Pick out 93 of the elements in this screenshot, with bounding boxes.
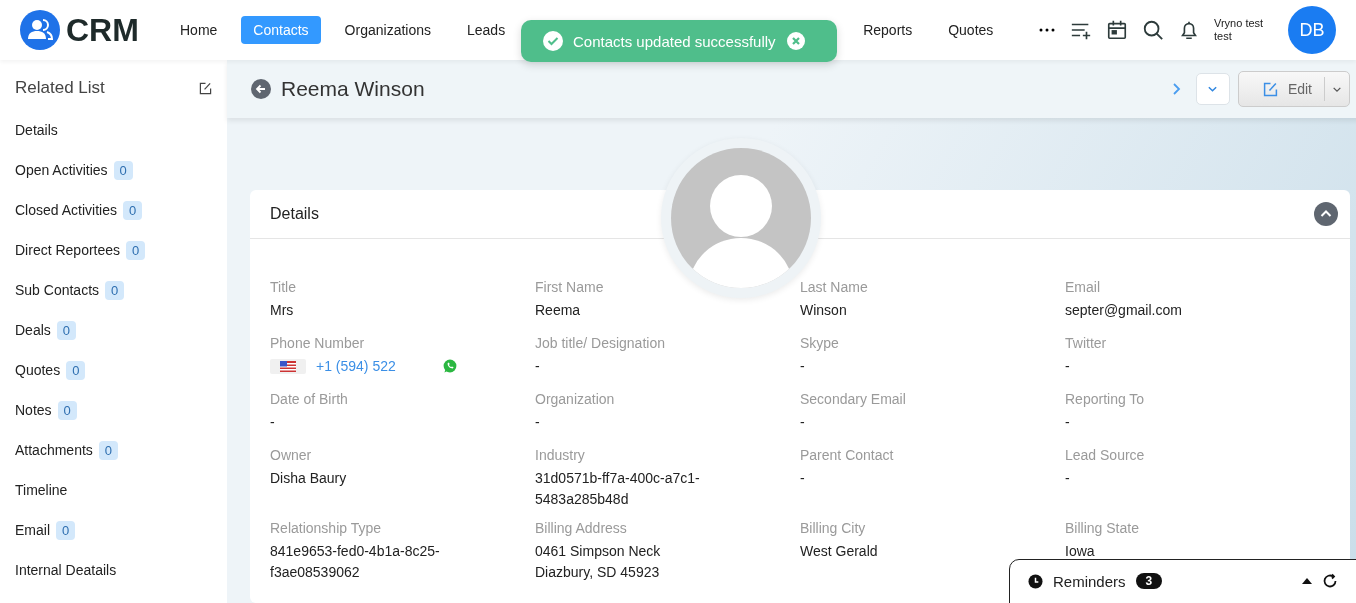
field-label: Twitter — [1065, 335, 1108, 351]
count-badge: 0 — [126, 240, 146, 260]
field-value: Iowa — [1065, 542, 1096, 561]
chevron-down-icon[interactable] — [1332, 85, 1342, 93]
field-value: 841e9653-fed0-4b1a-8c25-f3ae08539062 — [270, 542, 441, 582]
record-name: Reema Winson — [281, 77, 425, 101]
sidebar-item[interactable]: Notes — [15, 402, 52, 418]
user-name: Vryno test test — [1214, 17, 1265, 43]
calendar-icon[interactable] — [1106, 19, 1128, 41]
field-value: 31d0571b-ff7a-400c-a7c1-5483a285b48d — [535, 469, 701, 509]
field-label: Billing State — [1065, 520, 1140, 536]
field-label: Industry — [535, 447, 586, 463]
field-label: Email — [1065, 279, 1101, 295]
edit-icon[interactable] — [199, 81, 212, 95]
field-value: - — [800, 469, 806, 488]
sidebar-title: Related List — [15, 78, 105, 98]
edit-split-button[interactable]: Edit — [1237, 71, 1350, 107]
field-label: Relationship Type — [270, 520, 383, 536]
field-value: - — [1065, 469, 1071, 488]
nav-tab[interactable]: Organizations — [332, 16, 443, 44]
logo-text: CRM — [66, 11, 139, 49]
count-badge: 0 — [98, 440, 119, 460]
field-value: - — [535, 357, 541, 376]
field-value: septer@gmail.com — [1065, 301, 1183, 320]
sidebar-item[interactable]: Open Activities — [15, 162, 108, 178]
field-value: - — [535, 413, 541, 432]
count-badge: 0 — [56, 320, 77, 340]
count-badge: 0 — [57, 400, 77, 420]
field-label: Skype — [800, 335, 840, 351]
field-value: 0461 Simpson Neck — [535, 542, 662, 561]
count-badge: 0 — [66, 360, 86, 380]
field-label: Last Name — [800, 279, 869, 295]
collapse-icon[interactable] — [1314, 202, 1338, 226]
sidebar-item[interactable]: Details — [15, 122, 58, 138]
field-label: Owner — [270, 447, 313, 463]
field-label: Parent Contact — [800, 447, 895, 463]
refresh-icon[interactable] — [1322, 573, 1338, 589]
flag-icon — [280, 360, 296, 372]
field-value: West Gerald — [800, 542, 879, 561]
caret-up-icon[interactable] — [1302, 578, 1312, 584]
nav-tab[interactable]: Leads — [455, 16, 518, 44]
back-icon[interactable] — [251, 79, 271, 99]
sidebar-item[interactable]: Deals — [15, 322, 51, 338]
sidebar-item[interactable]: Attachments — [15, 442, 93, 458]
sidebar-item[interactable]: Direct Reportees — [15, 242, 121, 258]
field-value: - — [800, 357, 806, 376]
field-value: - — [800, 413, 806, 432]
field-value: Mrs — [270, 301, 295, 320]
field-value: Winson — [800, 301, 848, 320]
count-badge: 0 — [122, 200, 143, 220]
field-value: - — [1065, 357, 1071, 376]
field-label: Secondary Email — [800, 391, 907, 407]
field-label: Job title/ Designation — [535, 335, 666, 351]
edit-icon — [1262, 81, 1278, 97]
field-value: - — [1065, 413, 1071, 432]
flag-picker[interactable] — [270, 358, 306, 374]
nav-tab[interactable]: Quotes — [936, 16, 1006, 44]
sidebar-item[interactable]: Email — [15, 522, 50, 538]
field-label: Title — [270, 279, 297, 295]
count-badge: 0 — [56, 520, 76, 540]
whatsapp-icon[interactable] — [442, 358, 458, 374]
chevron-down-icon — [1207, 85, 1219, 93]
field-label: Reporting To — [1065, 391, 1146, 407]
field-label: Billing City — [800, 520, 867, 536]
user-avatar[interactable]: DB — [1288, 6, 1336, 54]
reminders-count: 3 — [1135, 573, 1163, 589]
sidebar-item[interactable]: Sub Contacts — [15, 282, 100, 298]
edit-label: Edit — [1287, 81, 1312, 97]
count-badge: 0 — [113, 160, 133, 180]
field-label: Date of Birth — [270, 391, 349, 407]
sidebar-item[interactable]: Closed Activities — [15, 202, 117, 218]
field-label: First Name — [535, 279, 605, 295]
field-value: Diazbury, SD 45923 — [535, 563, 661, 582]
clock-icon — [1028, 573, 1043, 589]
search-icon[interactable] — [1142, 19, 1164, 41]
field-label: Phone Number — [270, 335, 366, 351]
field-value: - — [270, 413, 276, 432]
field-label: Billing Address — [535, 520, 628, 536]
sidebar-item[interactable]: Internal Deatails — [15, 562, 117, 578]
sidebar-item[interactable]: Quotes — [15, 362, 61, 378]
check-icon — [543, 31, 563, 51]
field-label: Lead Source — [1065, 447, 1146, 463]
count-badge: 0 — [105, 280, 125, 300]
field-value: Disha Baury — [270, 469, 348, 488]
logo-icon — [20, 10, 60, 50]
sidebar-item[interactable]: Timeline — [15, 482, 68, 498]
nav-tab[interactable]: Reports — [851, 16, 925, 44]
toast-message: Contacts updated successfully — [573, 32, 776, 50]
field-label: Organization — [535, 391, 616, 407]
card-title: Details — [270, 205, 319, 223]
reminders-label: Reminders — [1053, 572, 1126, 590]
nav-tab[interactable]: Home — [168, 16, 230, 44]
field-value: Reema — [535, 301, 582, 320]
